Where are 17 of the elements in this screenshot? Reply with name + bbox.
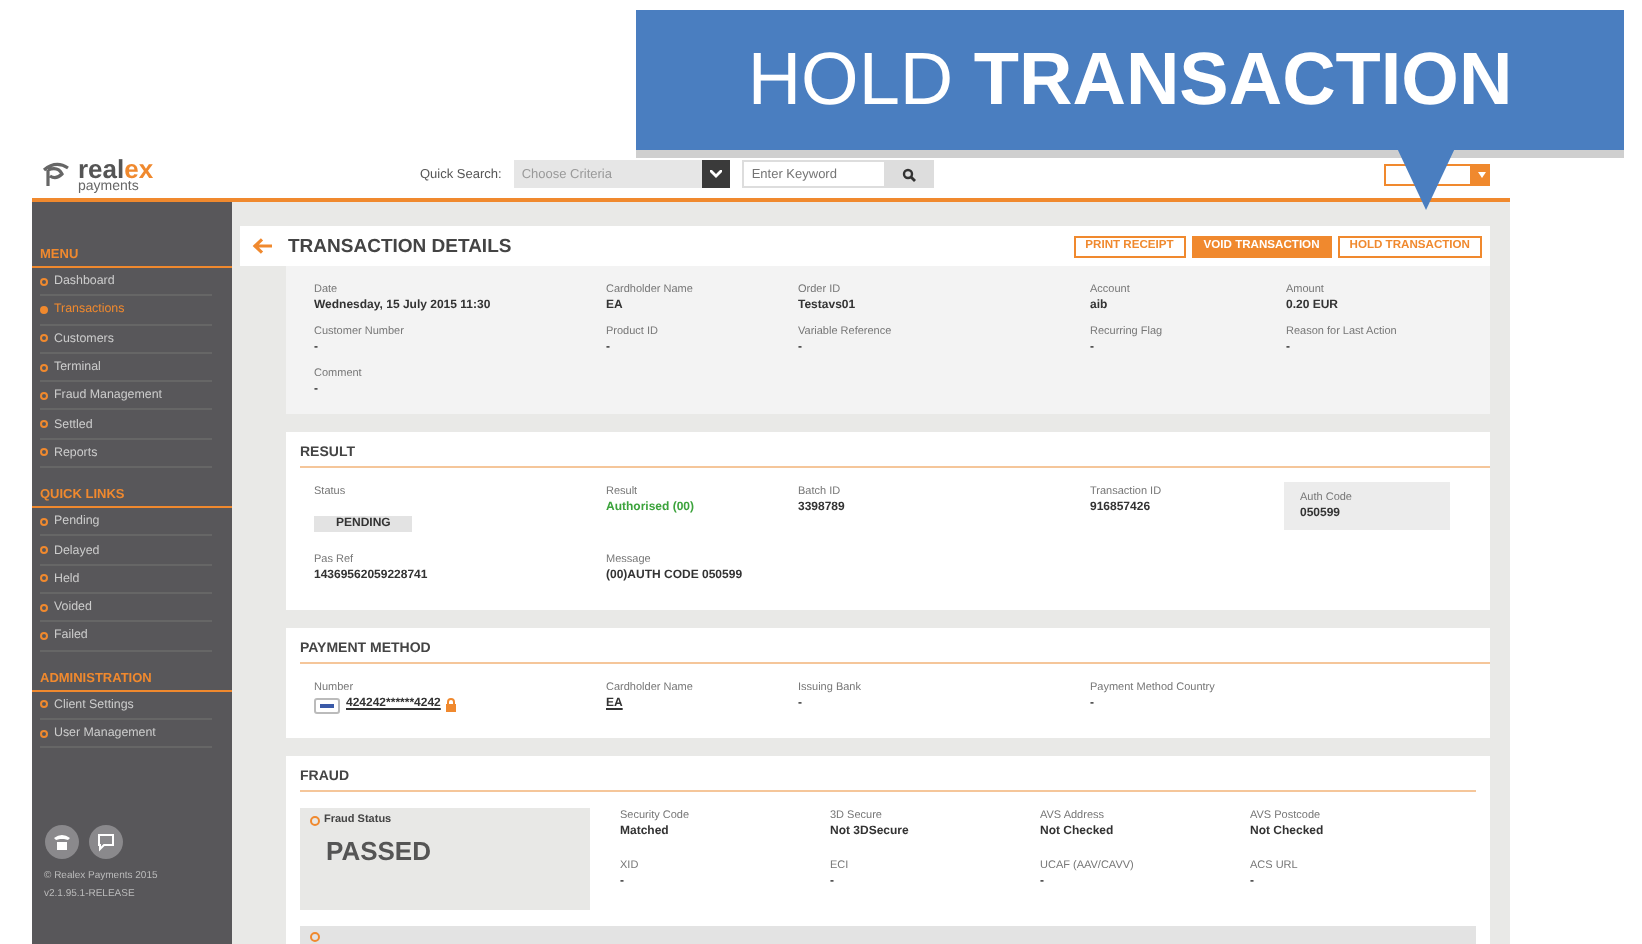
dropdown-toggle[interactable] (1472, 163, 1490, 185)
chevron-icon (709, 170, 722, 178)
callout-pointer (1396, 146, 1456, 210)
logo-icon (40, 160, 72, 188)
search-button[interactable] (885, 160, 934, 188)
caret-icon (1477, 171, 1485, 177)
lock-icon (446, 698, 457, 712)
phone-icon[interactable] (44, 824, 80, 861)
info-icon (310, 931, 320, 941)
fraud-status-value: PASSED (326, 836, 433, 866)
callout-box: HOLD TRANSACTION (636, 10, 1624, 150)
search-icon (902, 167, 917, 181)
chat-icon[interactable] (88, 824, 124, 861)
page-title: TRANSACTION DETAILS (288, 235, 512, 257)
logo-text: realex (78, 155, 154, 181)
card-icon (314, 697, 340, 713)
info-icon (310, 815, 320, 825)
